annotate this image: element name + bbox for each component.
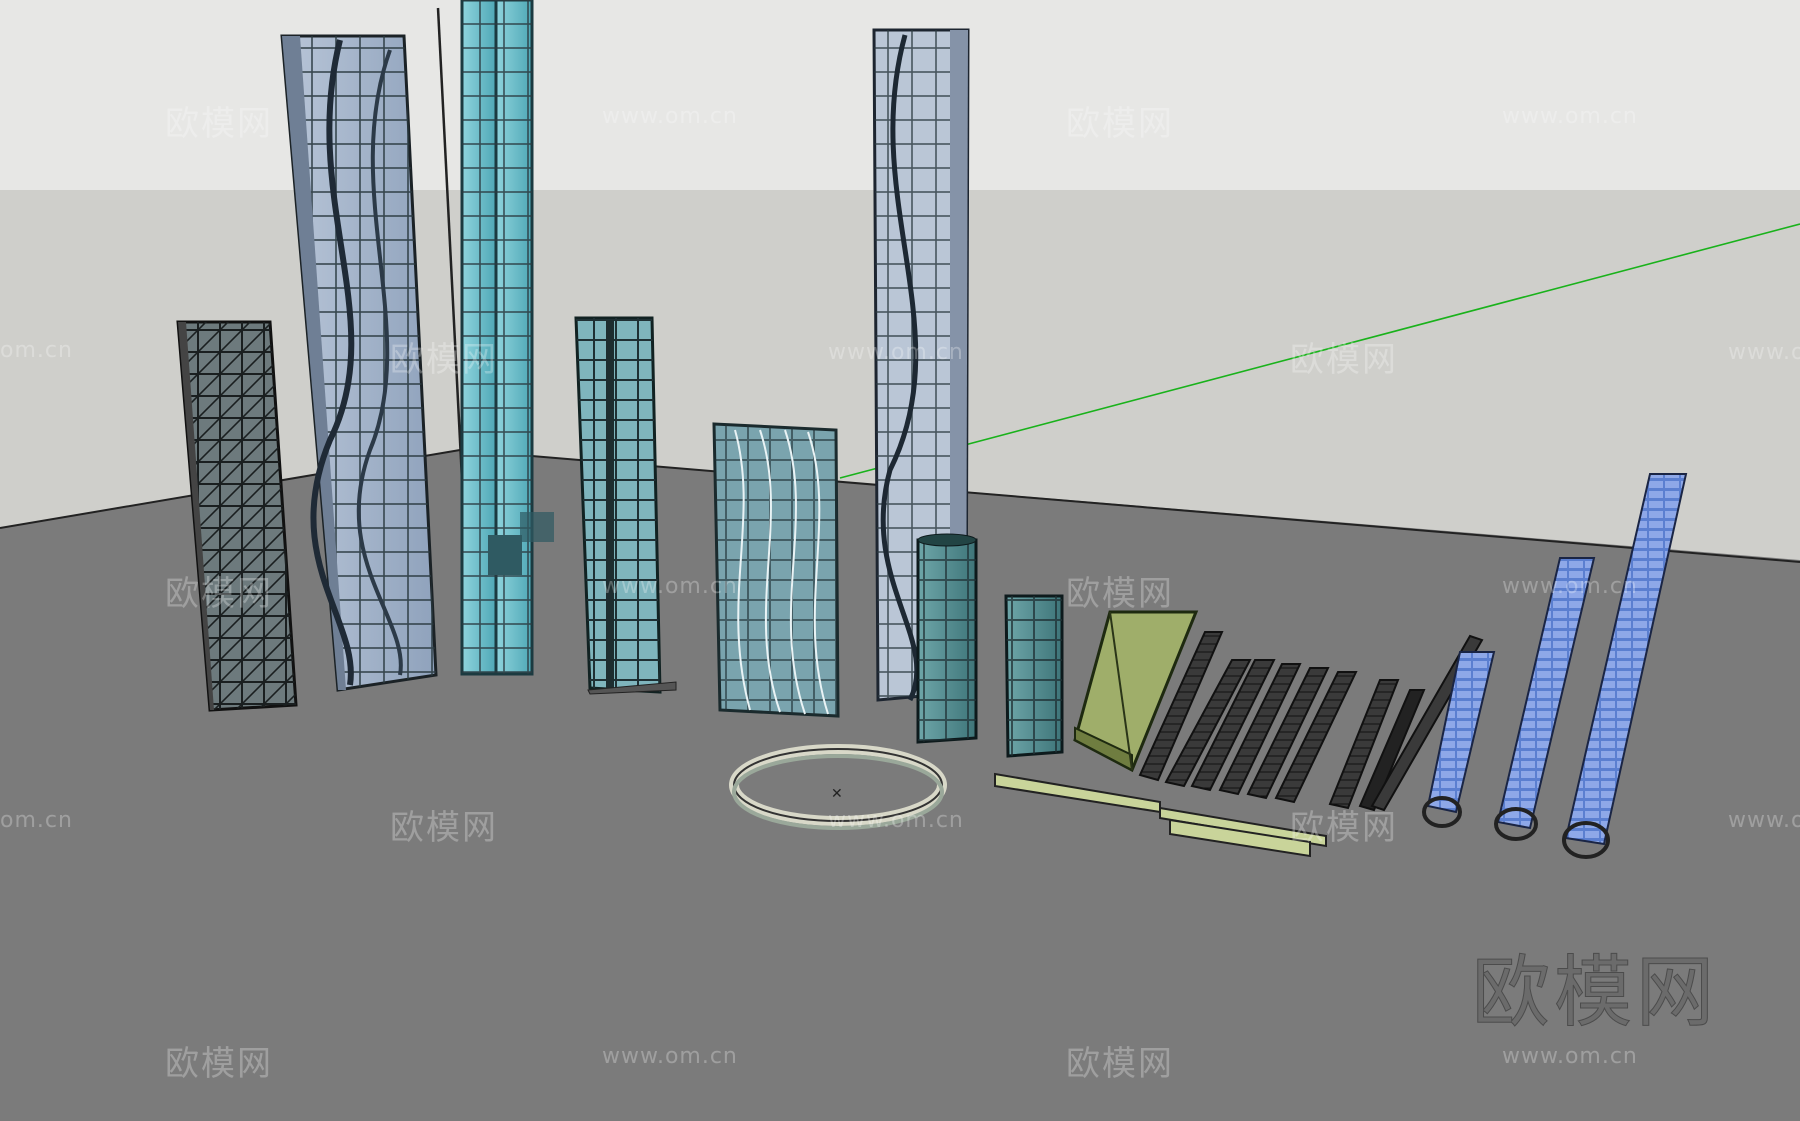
- lift-octagonal[interactable]: [916, 533, 978, 744]
- tower-glass-block[interactable]: [712, 422, 840, 718]
- lift-square[interactable]: [1004, 594, 1064, 758]
- svg-text:✕: ✕: [831, 786, 843, 802]
- sketchup-viewport[interactable]: ✕ 欧模网 www.om.cn 欧模网 www.om.cn om.cn 欧模网 …: [0, 0, 1800, 1121]
- brand-logo: 欧模网: [1471, 948, 1719, 1039]
